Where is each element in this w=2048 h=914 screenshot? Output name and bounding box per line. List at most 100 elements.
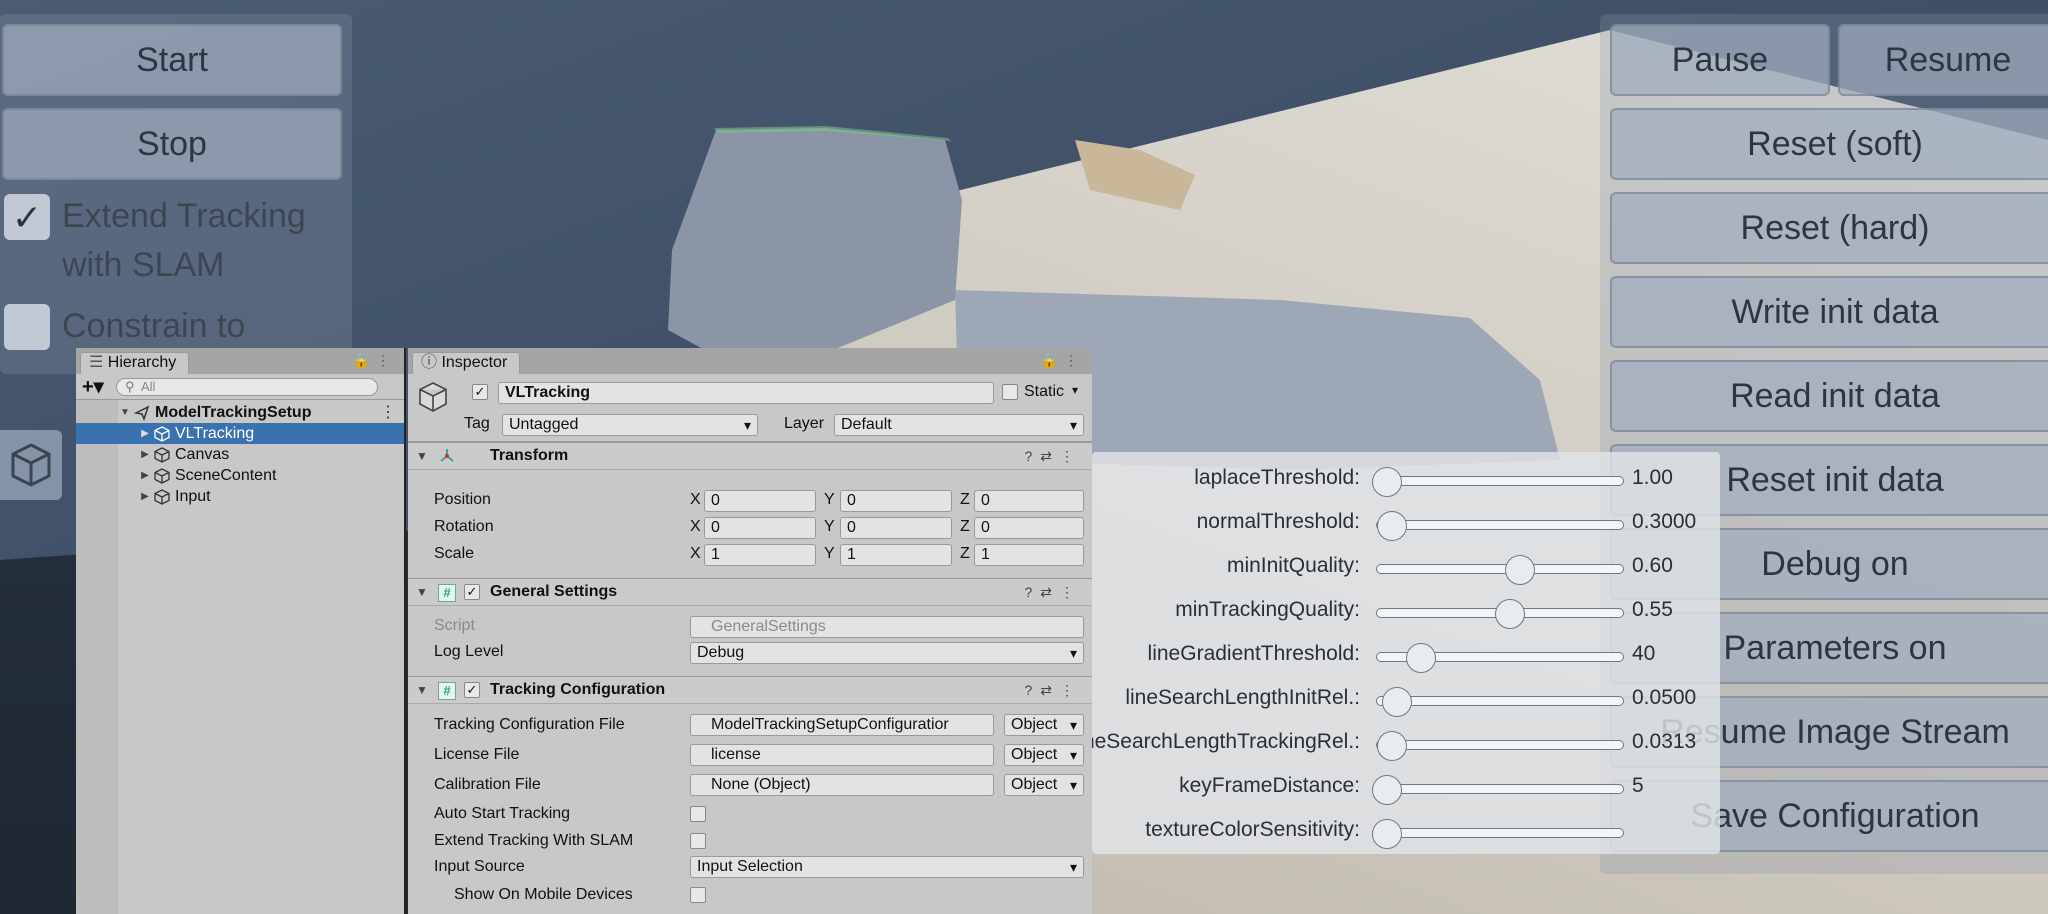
expand-icon[interactable]: ▶ <box>138 423 152 444</box>
param-label: textureColorSensitivity: <box>1145 818 1360 841</box>
gameobject-icon <box>152 424 172 444</box>
param-label: lineSearchLengthInitRel.: <box>1125 686 1360 709</box>
slider-handle[interactable] <box>1406 643 1437 673</box>
rotation-z-field[interactable]: 0 <box>974 517 1084 539</box>
more-icon[interactable]: ⋮ <box>380 402 396 423</box>
transform-header[interactable]: ▼ Transform ?⇄⋮ <box>408 442 1092 470</box>
extend-slam-checkbox[interactable] <box>690 833 706 849</box>
layer-dropdown[interactable]: Default <box>834 414 1084 436</box>
log-level-dropdown[interactable]: Debug <box>690 642 1084 664</box>
pause-button[interactable]: Pause <box>1610 24 1830 96</box>
param-label: minTrackingQuality: <box>1175 598 1360 621</box>
param-slider[interactable] <box>1371 819 1624 849</box>
hierarchy-tab[interactable]: ☰ Hierarchy <box>80 352 190 374</box>
slider-handle[interactable] <box>1381 687 1412 717</box>
param-row: minInitQuality: 0.60 <box>1092 544 1720 588</box>
fold-icon[interactable]: ▼ <box>416 683 428 697</box>
license-object-dropdown[interactable]: Object <box>1004 744 1084 766</box>
active-checkbox[interactable]: ✓ <box>472 384 488 400</box>
read-init-data-button[interactable]: Read init data <box>1610 360 2048 432</box>
input-source-dropdown[interactable]: Input Selection <box>690 856 1084 878</box>
expand-icon[interactable]: ▶ <box>138 444 152 465</box>
component-enabled-checkbox[interactable]: ✓ <box>464 682 480 698</box>
scale-y-field[interactable]: 1 <box>840 544 952 566</box>
search-input[interactable]: All <box>116 377 378 396</box>
param-slider[interactable] <box>1376 643 1624 673</box>
add-icon[interactable]: +▾ <box>82 374 116 399</box>
cube-icon-button[interactable] <box>0 430 62 500</box>
param-label: laplaceThreshold: <box>1194 466 1360 489</box>
component-menu-icon[interactable]: ?⇄⋮ <box>1024 448 1082 465</box>
param-slider[interactable] <box>1376 687 1624 717</box>
slider-handle[interactable] <box>1494 599 1525 629</box>
param-slider[interactable] <box>1376 511 1624 541</box>
component-enabled-checkbox[interactable]: ✓ <box>464 584 480 600</box>
config-file-field[interactable]: ModelTrackingSetupConfiguratior <box>690 714 994 736</box>
param-row: minTrackingQuality: 0.55 <box>1092 588 1720 632</box>
chevron-down-icon[interactable]: ▾ <box>1072 383 1078 397</box>
param-row: textureColorSensitivity: <box>1092 808 1720 852</box>
param-slider[interactable] <box>1376 555 1624 585</box>
object-name-field[interactable]: VLTracking <box>498 382 994 404</box>
hierarchy-item-scenecontent[interactable]: ▶ SceneContent <box>76 465 404 486</box>
license-file-field[interactable]: license <box>690 744 994 766</box>
show-mobile-checkbox[interactable] <box>690 887 706 903</box>
hierarchy-root[interactable]: ▼ ModelTrackingSetup ⋮ <box>76 402 404 423</box>
slider-handle[interactable] <box>1504 555 1535 585</box>
write-init-data-button[interactable]: Write init data <box>1610 276 2048 348</box>
slider-handle[interactable] <box>1371 775 1402 805</box>
component-menu-icon[interactable]: ?⇄⋮ <box>1024 584 1082 601</box>
window-menu-icon[interactable]: 🔒⋮ <box>353 352 396 369</box>
fold-icon[interactable]: ▼ <box>416 585 428 599</box>
position-y-field[interactable]: 0 <box>840 490 952 512</box>
script-icon: # <box>438 584 456 602</box>
slider-handle[interactable] <box>1376 731 1407 761</box>
reset-soft-button[interactable]: Reset (soft) <box>1610 108 2048 180</box>
checkmark-icon: ✓ <box>4 194 50 240</box>
expand-icon[interactable]: ▶ <box>138 465 152 486</box>
param-slider[interactable] <box>1376 731 1624 761</box>
inspector-window: ⓘ Inspector 🔒⋮ ✓ VLTracking Static ▾ Tag… <box>408 348 1092 914</box>
y-axis-label: Y <box>824 518 835 535</box>
tag-dropdown[interactable]: Untagged <box>502 414 758 436</box>
expand-icon[interactable]: ▶ <box>138 486 152 507</box>
rotation-x-field[interactable]: 0 <box>704 517 816 539</box>
position-z-field[interactable]: 0 <box>974 490 1084 512</box>
slider-handle[interactable] <box>1371 819 1402 849</box>
hierarchy-item-input[interactable]: ▶ Input <box>76 486 404 507</box>
param-slider[interactable] <box>1371 467 1624 497</box>
extend-tracking-toggle[interactable]: ✓ Extend Tracking with SLAM <box>0 192 340 290</box>
hierarchy-window: ☰ Hierarchy 🔒⋮ +▾ All ▼ ModelTrackingSet… <box>76 348 406 914</box>
start-button[interactable]: Start <box>2 24 342 96</box>
calibration-object-dropdown[interactable]: Object <box>1004 774 1084 796</box>
param-value: 1.00 <box>1632 466 1673 489</box>
hierarchy-item-vltracking[interactable]: ▶ VLTracking <box>76 423 404 444</box>
scale-z-field[interactable]: 1 <box>974 544 1084 566</box>
auto-start-label: Auto Start Tracking <box>434 805 571 822</box>
component-menu-icon[interactable]: ?⇄⋮ <box>1024 682 1082 699</box>
param-label: lineSearchLengthTrackingRel.: <box>1092 730 1360 753</box>
constrain-toggle[interactable]: Constrain to <box>0 302 340 351</box>
tracking-configuration-header[interactable]: ▼ # ✓ Tracking Configuration ?⇄⋮ <box>408 676 1092 704</box>
window-menu-icon[interactable]: 🔒⋮ <box>1041 352 1084 369</box>
config-object-dropdown[interactable]: Object <box>1004 714 1084 736</box>
position-x-field[interactable]: 0 <box>704 490 816 512</box>
expand-icon[interactable]: ▼ <box>118 402 132 423</box>
rotation-y-field[interactable]: 0 <box>840 517 952 539</box>
slider-handle[interactable] <box>1376 511 1407 541</box>
inspector-tab[interactable]: ⓘ Inspector <box>412 352 521 374</box>
reset-hard-button[interactable]: Reset (hard) <box>1610 192 2048 264</box>
slider-handle[interactable] <box>1371 467 1402 497</box>
resume-button[interactable]: Resume <box>1838 24 2048 96</box>
hierarchy-item-canvas[interactable]: ▶ Canvas <box>76 444 404 465</box>
calibration-file-field[interactable]: None (Object) <box>690 774 994 796</box>
auto-start-checkbox[interactable] <box>690 806 706 822</box>
fold-icon[interactable]: ▼ <box>416 449 428 463</box>
stop-button[interactable]: Stop <box>2 108 342 180</box>
param-slider[interactable] <box>1376 599 1624 629</box>
static-checkbox[interactable] <box>1002 384 1018 400</box>
scale-x-field[interactable]: 1 <box>704 544 816 566</box>
general-settings-header[interactable]: ▼ # ✓ General Settings ?⇄⋮ <box>408 578 1092 606</box>
hierarchy-item-label: SceneContent <box>175 467 277 484</box>
param-slider[interactable] <box>1371 775 1624 805</box>
